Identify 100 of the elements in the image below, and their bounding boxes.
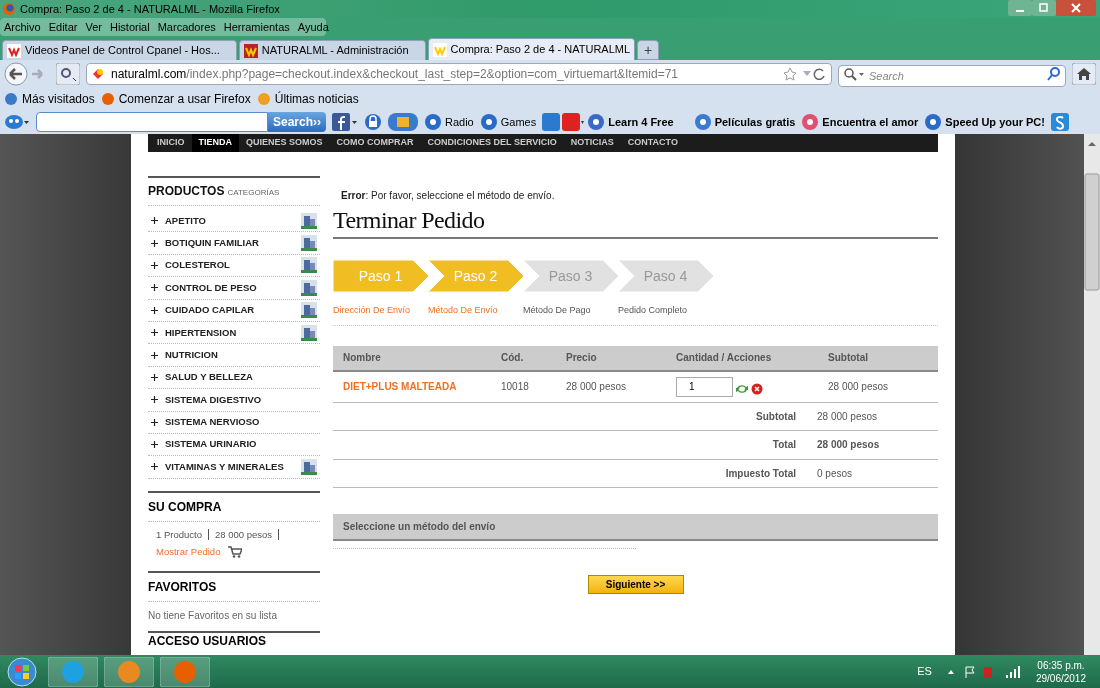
total-value: 28 000 pesos — [817, 409, 879, 424]
address-bar[interactable]: naturalml.com/index.php?page=checkout.index&checkout_last_step=2&option=com_virtuemart&Itemid=71 — [86, 63, 832, 85]
step-label: Paso 3 — [548, 266, 593, 286]
delete-icon[interactable] — [751, 382, 763, 395]
search-icon[interactable] — [1047, 67, 1061, 81]
plus-icon — [151, 261, 158, 269]
category-item[interactable]: VITAMINAS Y MINERALES — [148, 456, 320, 479]
nav-link[interactable]: CONTACTO — [620, 134, 685, 152]
nav-link[interactable]: QUIENES SOMOS — [239, 134, 330, 152]
clock-time[interactable]: 06:35 p.m. — [1037, 658, 1085, 672]
site-icon — [243, 43, 258, 58]
bookmark-link[interactable]: Más visitados — [22, 90, 95, 108]
category-item[interactable]: BOTIQUIN FAMILIAR — [148, 232, 320, 255]
address-actions-icon[interactable] — [783, 67, 827, 81]
step-label: Paso 2 — [453, 266, 498, 286]
menu-item[interactable]: Ayuda — [297, 18, 329, 36]
category-item[interactable]: APETITO — [148, 210, 320, 233]
nav-link[interactable]: INICIO — [150, 134, 192, 152]
bookmark-link[interactable]: Últimas noticias — [274, 90, 359, 108]
category-item[interactable]: CONTROL DE PESO — [148, 277, 320, 300]
site-icon — [91, 67, 105, 81]
menu-item[interactable]: Ver — [85, 18, 102, 36]
minimize-button[interactable] — [1008, 0, 1032, 16]
nav-link[interactable]: COMO COMPRAR — [329, 134, 421, 152]
step-link[interactable]: Método De Pago — [523, 304, 618, 318]
total-label: Impuesto Total — [724, 466, 797, 481]
category-item[interactable]: SISTEMA URINARIO — [148, 433, 320, 457]
language-indicator[interactable]: ES — [917, 663, 932, 680]
home-button[interactable] — [1072, 63, 1096, 85]
toolbar-search-field[interactable] — [36, 112, 268, 132]
browser-tab[interactable]: Compra: Paso 2 de 4 - NATURALML — [427, 38, 636, 60]
total-value: 28 000 pesos — [817, 438, 881, 453]
url-host: naturalml.com — [111, 67, 187, 81]
plus-icon — [151, 217, 158, 225]
toolbar-link[interactable]: Radio — [445, 113, 474, 131]
toolbar-link[interactable]: Encuentra el amor — [822, 113, 919, 131]
category-item[interactable]: HIPERTENSION — [148, 321, 320, 345]
total-label: Subtotal — [755, 409, 797, 424]
nav-link[interactable]: CONDICIONES DEL SERVICIO — [420, 134, 564, 152]
site-icon — [7, 43, 21, 58]
plus-icon — [151, 441, 158, 449]
category-item[interactable]: COLESTEROL — [148, 254, 320, 278]
plus-icon — [151, 396, 158, 404]
toolbar-link[interactable]: Películas gratis — [714, 113, 796, 131]
nav-link[interactable]: NOTICIAS — [563, 134, 621, 152]
nav-link[interactable]: TIENDA — [191, 134, 239, 152]
menu-item[interactable]: Historial — [109, 18, 150, 36]
category-item[interactable]: SALUD Y BELLEZA — [148, 366, 320, 390]
table-cell-text: 28 000 pesos — [828, 380, 890, 394]
section-heading: SU COMPRA — [148, 492, 320, 522]
cart-total: 28 000 pesos — [214, 527, 272, 542]
toolbar-logo-icon[interactable] — [4, 114, 30, 130]
plus-icon — [151, 306, 158, 314]
plus-icon — [151, 329, 158, 337]
clock-date[interactable]: 29/06/2012 — [1035, 671, 1086, 685]
menu-item[interactable]: Editar — [48, 18, 78, 36]
column-header: Cantidad / Acciones — [676, 351, 773, 365]
toolbar-link[interactable]: Learn 4 Free — [608, 113, 674, 131]
plus-icon — [151, 373, 158, 381]
quantity-field[interactable]: 1 — [676, 376, 733, 397]
scrollbar[interactable] — [1084, 134, 1100, 655]
menu-item[interactable]: Archivo — [4, 18, 41, 36]
menu-item[interactable]: Herramientas — [223, 18, 290, 36]
menu-item[interactable]: Marcadores — [157, 18, 216, 36]
browser-tab[interactable]: Videos Panel de Control Cpanel - Hos... — [2, 40, 237, 60]
column-header: Nombre — [342, 351, 382, 365]
shipping-header: Seleccione un método del envío — [333, 514, 938, 541]
category-item[interactable]: CUIDADO CAPILAR — [148, 299, 320, 322]
category-item[interactable]: SISTEMA NERVIOSO — [148, 411, 320, 434]
column-header: Subtotal — [828, 351, 869, 365]
cart-icon[interactable] — [228, 546, 243, 559]
step-label: Paso 4 — [643, 266, 688, 286]
next-button[interactable]: Siguiente >> — [587, 575, 684, 594]
close-button[interactable] — [1056, 0, 1096, 16]
tab-label: Videos Panel de Control Cpanel - Hos... — [25, 43, 220, 59]
plus-icon — [151, 418, 158, 426]
history-button[interactable] — [56, 63, 80, 85]
bookmark-link[interactable]: Comenzar a usar Firefox — [118, 90, 251, 108]
total-value: 0 pesos — [817, 466, 854, 481]
search-button[interactable]: Search›› — [268, 112, 326, 132]
step-label: Paso 1 — [358, 266, 403, 286]
table-cell-text: 10018 — [501, 380, 530, 394]
error-message: Error: Por favor, seleccione el método de envío. — [340, 189, 556, 203]
column-header: Cód. — [501, 351, 525, 365]
toolbar-link[interactable]: Games — [500, 113, 537, 131]
category-item[interactable]: NUTRICION — [148, 344, 320, 367]
search-field[interactable]: Search — [838, 65, 1066, 87]
window-title: Compra: Paso 2 de 4 - NATURALML - Mozilla Firefox — [20, 1, 280, 17]
refresh-icon[interactable] — [735, 382, 749, 395]
total-label: Total — [771, 438, 797, 453]
tray-icons[interactable] — [945, 664, 1022, 679]
new-tab-button[interactable]: + — [637, 40, 660, 60]
browser-tab[interactable]: NATURALML - Administración — [238, 40, 426, 60]
category-item[interactable]: SISTEMA DIGESTIVO — [148, 389, 320, 412]
toolbar-link[interactable]: Speed Up your PC! — [945, 113, 1045, 131]
toolbar-app-icon[interactable] — [388, 113, 418, 131]
lock-icon[interactable] — [364, 113, 382, 131]
site-icon — [432, 42, 447, 57]
facebook-icon[interactable] — [332, 113, 358, 131]
step-link[interactable]: Pedido Completo — [618, 304, 713, 318]
